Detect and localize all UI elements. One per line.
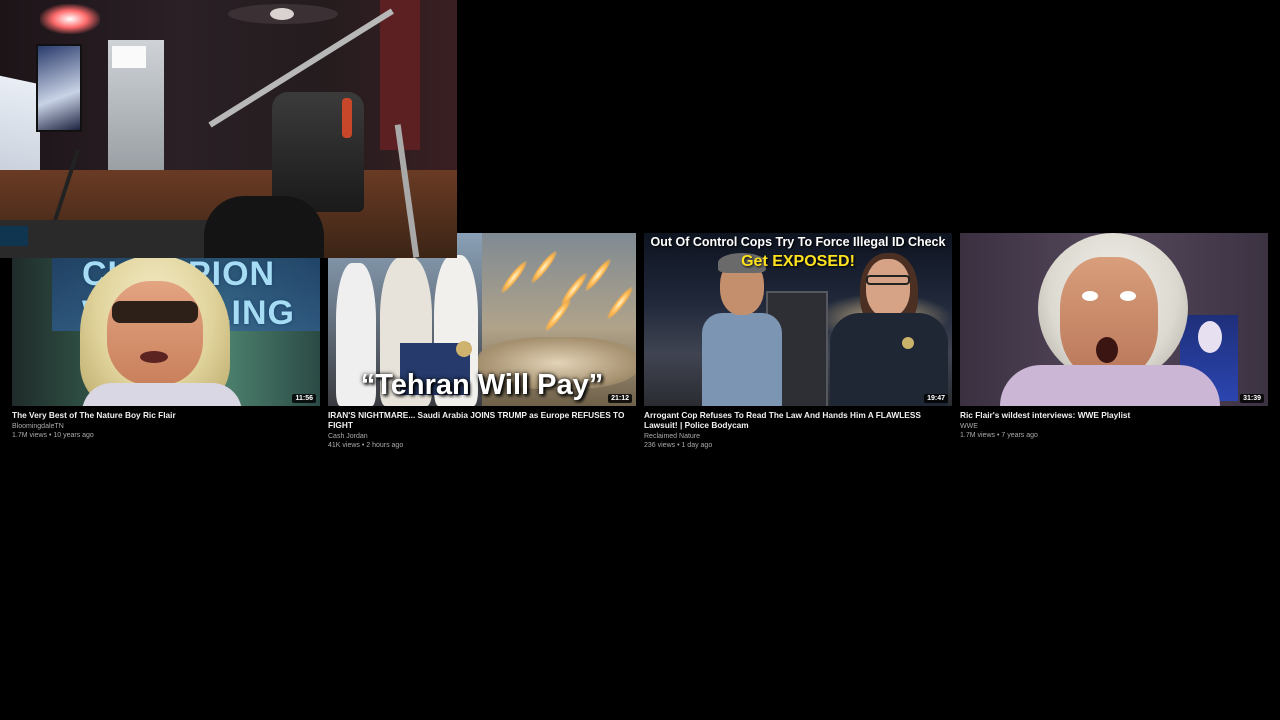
video-thumbnail[interactable]: CHAMPION WRESTLING 11:56 [12, 233, 320, 406]
thumb-monitor-figure [1198, 321, 1222, 353]
desk-monitor [0, 226, 28, 246]
thumb-mouth [1096, 337, 1118, 363]
thumb-shirt [82, 383, 242, 406]
video-title[interactable]: The Very Best of The Nature Boy Ric Flai… [12, 410, 320, 420]
thumb-headline-highlight: Get EXPOSED! [741, 253, 855, 270]
video-title[interactable]: Ric Flair's wildest interviews: WWE Play… [960, 410, 1268, 420]
duration-badge: 11:56 [292, 394, 316, 403]
fan-light [270, 8, 294, 20]
video-meta: 236 views • 1 day ago [644, 442, 713, 449]
ceiling-light [40, 4, 100, 34]
video-thumbnail[interactable]: Out Of Control Cops Try To Force Illegal… [644, 233, 952, 406]
thumb-shirt [1000, 365, 1220, 406]
desk [0, 220, 210, 258]
video-card[interactable]: CHAMPION WRESTLING 11:56 The Very Best o… [12, 233, 320, 440]
door-light [112, 46, 146, 68]
duration-badge: 19:47 [924, 394, 948, 403]
video-thumbnail[interactable]: “Tehran Will Pay” 21:12 [328, 233, 636, 406]
wall-poster [36, 44, 82, 132]
page: CHAMPION WRESTLING 11:56 The Very Best o… [0, 0, 1280, 720]
thumb-man-body [702, 313, 782, 406]
thumb-officer-uniform [830, 313, 948, 406]
thumb-mouth [140, 351, 168, 363]
video-card[interactable]: Out Of Control Cops Try To Force Illegal… [644, 233, 952, 450]
channel-name[interactable]: BloomingdaleTN [12, 422, 320, 431]
thumb-eye [1120, 291, 1136, 301]
video-meta: 41K views • 2 hours ago [328, 442, 404, 449]
duration-badge: 31:39 [1240, 394, 1264, 403]
chair-stripe [342, 98, 352, 138]
video-card[interactable]: 31:39 Ric Flair's wildest interviews: WW… [960, 233, 1268, 440]
channel-name[interactable]: WWE [960, 422, 1268, 431]
channel-name[interactable]: Cash Jordan [328, 432, 636, 441]
video-title[interactable]: IRAN'S NIGHTMARE... Saudi Arabia JOINS T… [328, 410, 636, 430]
thumb-sunglasses [112, 301, 198, 323]
video-thumbnail[interactable]: 31:39 [960, 233, 1268, 406]
thumb-headline: Out Of Control Cops Try To Force Illegal… [650, 235, 946, 249]
channel-name[interactable]: Reclaimed Nature [644, 432, 952, 441]
duration-badge: 21:12 [608, 394, 632, 403]
webcam-overlay [0, 0, 457, 258]
thumb-police-badge [902, 337, 914, 349]
video-meta: 1.7M views • 7 years ago [960, 432, 1038, 439]
thumb-seal [456, 341, 472, 357]
streamer-silhouette [204, 196, 324, 258]
thumb-face [107, 281, 203, 385]
thumb-eye [1082, 291, 1098, 301]
thumb-caption: “Tehran Will Pay” [360, 369, 604, 401]
video-card[interactable]: “Tehran Will Pay” 21:12 IRAN'S NIGHTMARE… [328, 233, 636, 450]
thumb-officer-glasses [866, 275, 910, 285]
video-meta: 1.7M views • 10 years ago [12, 432, 94, 439]
video-title[interactable]: Arrogant Cop Refuses To Read The Law And… [644, 410, 952, 430]
